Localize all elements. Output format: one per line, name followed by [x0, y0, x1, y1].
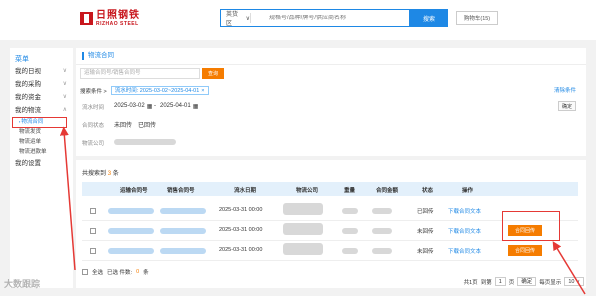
- arrow-to-sidebar: [59, 126, 76, 271]
- watermark: 大数跟踪: [4, 279, 41, 289]
- arrow-to-return-button: [552, 241, 586, 295]
- annotation-arrows: [59, 126, 586, 295]
